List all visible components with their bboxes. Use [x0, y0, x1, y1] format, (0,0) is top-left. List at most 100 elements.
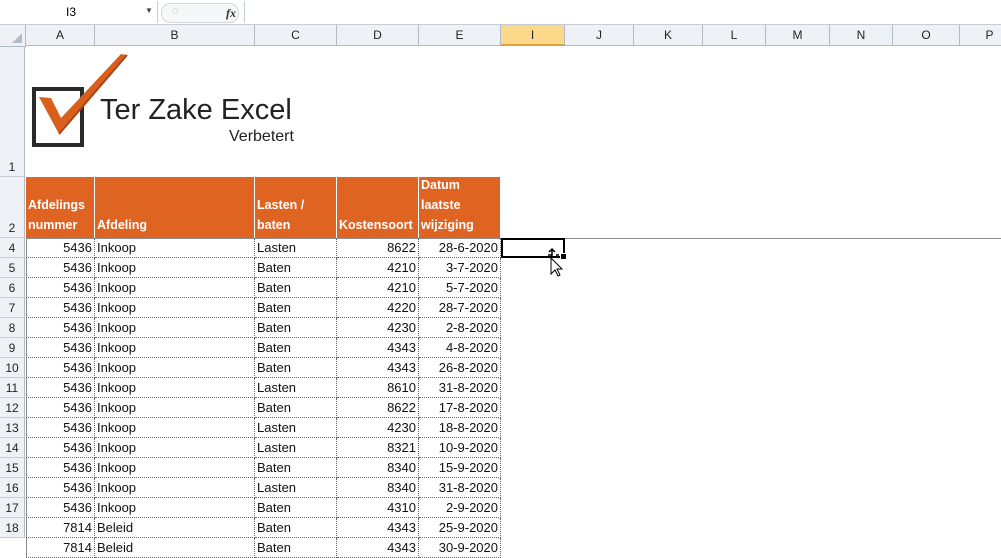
- table-cell[interactable]: 4230: [337, 318, 419, 338]
- table-cell[interactable]: 17-8-2020: [419, 398, 501, 418]
- table-cell[interactable]: 8610: [337, 378, 419, 398]
- table-cell[interactable]: Baten: [255, 298, 337, 318]
- column-header-C[interactable]: C: [255, 25, 337, 46]
- table-cell[interactable]: Inkoop: [95, 498, 255, 518]
- row-header-2[interactable]: 2: [0, 177, 25, 238]
- column-header-J[interactable]: J: [565, 25, 634, 46]
- table-cell[interactable]: Inkoop: [95, 478, 255, 498]
- row-header-12[interactable]: 12: [0, 398, 25, 418]
- table-cell[interactable]: 4230: [337, 418, 419, 438]
- table-cell[interactable]: 5-7-2020: [419, 278, 501, 298]
- row-header-1[interactable]: 1: [0, 47, 25, 177]
- column-header-L[interactable]: L: [703, 25, 766, 46]
- table-cell[interactable]: Baten: [255, 338, 337, 358]
- table-cell[interactable]: 5436: [26, 258, 95, 278]
- table-cell[interactable]: Inkoop: [95, 258, 255, 278]
- table-header-cell[interactable]: Kostensoort: [337, 177, 419, 238]
- table-cell[interactable]: Baten: [255, 458, 337, 478]
- table-cell[interactable]: 18-8-2020: [419, 418, 501, 438]
- table-cell[interactable]: 5436: [26, 418, 95, 438]
- row-header-18[interactable]: 18: [0, 518, 25, 538]
- table-cell[interactable]: 5436: [26, 278, 95, 298]
- table-cell[interactable]: Inkoop: [95, 458, 255, 478]
- table-cell[interactable]: 4343: [337, 518, 419, 538]
- table-header-cell[interactable]: Lasten / baten: [255, 177, 337, 238]
- table-cell[interactable]: Lasten: [255, 478, 337, 498]
- table-cell[interactable]: 30-9-2020: [419, 538, 501, 558]
- table-cell[interactable]: Inkoop: [95, 378, 255, 398]
- table-cell[interactable]: 5436: [26, 358, 95, 378]
- table-cell[interactable]: 4210: [337, 278, 419, 298]
- column-header-B[interactable]: B: [95, 25, 255, 46]
- table-cell[interactable]: 5436: [26, 238, 95, 258]
- select-all-button[interactable]: [0, 25, 26, 47]
- worksheet-grid[interactable]: Ter Zake Excel Verbetert Afdelings numme…: [26, 47, 1001, 558]
- table-cell[interactable]: Lasten: [255, 418, 337, 438]
- table-cell[interactable]: 25-9-2020: [419, 518, 501, 538]
- table-cell[interactable]: 28-7-2020: [419, 298, 501, 318]
- row-header-9[interactable]: 9: [0, 338, 25, 358]
- table-cell[interactable]: 3-7-2020: [419, 258, 501, 278]
- table-cell[interactable]: 4343: [337, 538, 419, 558]
- table-cell[interactable]: 10-9-2020: [419, 438, 501, 458]
- column-header-P[interactable]: P: [960, 25, 1001, 46]
- table-cell[interactable]: 28-6-2020: [419, 238, 501, 258]
- table-cell[interactable]: Beleid: [95, 518, 255, 538]
- chevron-down-icon[interactable]: ▼: [145, 6, 153, 15]
- table-cell[interactable]: 5436: [26, 398, 95, 418]
- row-header-10[interactable]: 10: [0, 358, 25, 378]
- table-cell[interactable]: 4210: [337, 258, 419, 278]
- table-cell[interactable]: 5436: [26, 338, 95, 358]
- table-cell[interactable]: Baten: [255, 538, 337, 558]
- table-cell[interactable]: 8321: [337, 438, 419, 458]
- table-cell[interactable]: Inkoop: [95, 398, 255, 418]
- table-header-cell[interactable]: Afdelings nummer: [26, 177, 95, 238]
- table-cell[interactable]: 8340: [337, 478, 419, 498]
- table-cell[interactable]: 4220: [337, 298, 419, 318]
- table-cell[interactable]: 2-9-2020: [419, 498, 501, 518]
- row-header-13[interactable]: 13: [0, 418, 25, 438]
- table-cell[interactable]: Beleid: [95, 538, 255, 558]
- table-cell[interactable]: 4310: [337, 498, 419, 518]
- table-cell[interactable]: Baten: [255, 518, 337, 538]
- row-header-15[interactable]: 15: [0, 458, 25, 478]
- table-cell[interactable]: 4-8-2020: [419, 338, 501, 358]
- table-cell[interactable]: 7814: [26, 538, 95, 558]
- table-cell[interactable]: Baten: [255, 498, 337, 518]
- row-header-6[interactable]: 6: [0, 278, 25, 298]
- table-cell[interactable]: 4343: [337, 338, 419, 358]
- table-cell[interactable]: Inkoop: [95, 278, 255, 298]
- column-header-I[interactable]: I: [501, 25, 565, 46]
- table-header-cell[interactable]: Afdeling: [95, 177, 255, 238]
- table-cell[interactable]: Inkoop: [95, 338, 255, 358]
- table-cell[interactable]: Baten: [255, 258, 337, 278]
- table-cell[interactable]: Baten: [255, 318, 337, 338]
- row-header-5[interactable]: 5: [0, 258, 25, 278]
- column-header-E[interactable]: E: [419, 25, 501, 46]
- table-cell[interactable]: 2-8-2020: [419, 318, 501, 338]
- table-cell[interactable]: 5436: [26, 478, 95, 498]
- table-cell[interactable]: Lasten: [255, 438, 337, 458]
- table-cell[interactable]: 5436: [26, 378, 95, 398]
- row-header-11[interactable]: 11: [0, 378, 25, 398]
- table-header-cell[interactable]: Datum laatste wijziging: [419, 177, 501, 238]
- row-header-4[interactable]: 4: [0, 238, 25, 258]
- column-header-A[interactable]: A: [26, 25, 95, 46]
- table-cell[interactable]: Baten: [255, 358, 337, 378]
- row-header-7[interactable]: 7: [0, 298, 25, 318]
- table-cell[interactable]: 5436: [26, 438, 95, 458]
- table-cell[interactable]: Inkoop: [95, 298, 255, 318]
- table-cell[interactable]: 31-8-2020: [419, 378, 501, 398]
- table-cell[interactable]: Inkoop: [95, 418, 255, 438]
- table-cell[interactable]: 5436: [26, 298, 95, 318]
- column-header-D[interactable]: D: [337, 25, 419, 46]
- table-cell[interactable]: Inkoop: [95, 358, 255, 378]
- table-cell[interactable]: 8622: [337, 238, 419, 258]
- name-box-value[interactable]: I3: [66, 5, 76, 19]
- column-header-N[interactable]: N: [830, 25, 893, 46]
- column-header-O[interactable]: O: [893, 25, 960, 46]
- table-cell[interactable]: 31-8-2020: [419, 478, 501, 498]
- resize-handle-icon[interactable]: ◌: [172, 5, 179, 17]
- table-cell[interactable]: 7814: [26, 518, 95, 538]
- name-box[interactable]: I3 ▼: [0, 1, 158, 23]
